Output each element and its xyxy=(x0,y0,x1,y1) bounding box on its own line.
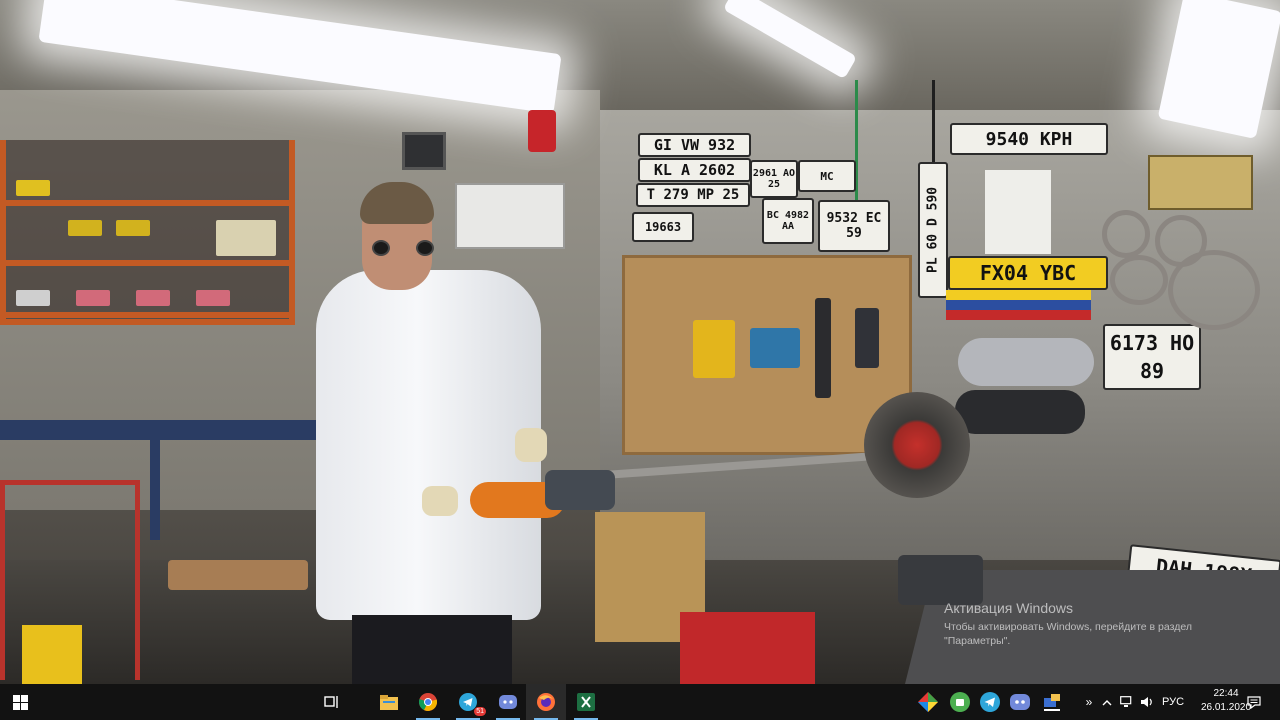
windows-logo-icon xyxy=(12,694,28,710)
gear-part xyxy=(1102,210,1150,258)
video-frame: GI VW 932 KL A 2602 T 279 MP 25 2961 AO … xyxy=(0,0,1280,684)
yellow-bucket xyxy=(22,625,82,684)
task-view-button[interactable] xyxy=(312,684,352,720)
task-view-icon xyxy=(324,696,338,708)
colorful-diamond-icon xyxy=(918,692,938,712)
license-plate: PL 60 D 590 xyxy=(918,162,948,298)
motor-cover xyxy=(958,338,1094,386)
network-icon xyxy=(1120,696,1132,707)
discord-icon xyxy=(1010,694,1030,710)
discord-button[interactable] xyxy=(488,684,528,720)
goggles xyxy=(372,240,390,256)
watermark-title: Активация Windows xyxy=(944,600,1074,616)
license-plate: BC 4982 AA xyxy=(762,198,814,244)
license-plate: GI VW 932 xyxy=(638,133,751,157)
bench-vise xyxy=(898,555,983,605)
license-plate: 9540 KPH xyxy=(950,123,1108,155)
telegram-button[interactable]: 51 xyxy=(448,684,488,720)
activation-watermark: Активация Windows Чтобы активировать Win… xyxy=(944,600,1192,648)
license-plate: 6173 HO 89 xyxy=(1103,324,1201,390)
glove xyxy=(515,428,547,462)
license-plate: 9532 EC 59 xyxy=(818,200,890,252)
tray-app-4[interactable] xyxy=(1006,684,1034,720)
chevron-up-icon xyxy=(1102,699,1112,705)
wall-sign xyxy=(1148,155,1253,210)
watermark-line: "Параметры". xyxy=(944,635,1011,647)
person-lab-coat xyxy=(316,270,541,620)
license-plate: FX04 YBC xyxy=(948,256,1108,290)
start-button[interactable] xyxy=(0,684,40,720)
fire-extinguisher xyxy=(528,110,556,152)
android-icon xyxy=(950,692,970,712)
watermark-line: Чтобы активировать Windows, перейдите в … xyxy=(944,621,1192,633)
motor-cover-dark xyxy=(955,390,1085,434)
tool-shelf xyxy=(0,140,295,325)
gear-part xyxy=(1110,255,1168,305)
license-plate: MC xyxy=(798,160,856,192)
license-plate: 2961 AO 25 xyxy=(750,160,798,198)
tray-app-1[interactable] xyxy=(914,684,942,720)
license-plate: T 279 MP 25 xyxy=(636,183,750,207)
grinding-disc xyxy=(864,392,970,498)
firefox-button[interactable] xyxy=(526,684,566,720)
telegram-unread-badge: 51 xyxy=(474,707,486,716)
chrome-button[interactable] xyxy=(408,684,448,720)
volume-button[interactable] xyxy=(1138,684,1156,720)
firefox-icon xyxy=(537,693,555,711)
excel-button[interactable] xyxy=(566,684,606,720)
overflow-chevron-icon[interactable]: » xyxy=(1082,684,1096,720)
file-explorer-icon xyxy=(380,694,398,710)
taskbar: 51 » РУС 22:44 26.01.2020 xyxy=(0,684,1280,720)
telegram-icon xyxy=(980,692,1000,712)
tray-app-2[interactable] xyxy=(946,684,974,720)
speaker-icon xyxy=(1141,697,1152,707)
chrome-icon xyxy=(419,693,437,711)
license-plate: 19663 xyxy=(632,212,694,242)
tray-app-5[interactable] xyxy=(1038,684,1066,720)
excel-icon xyxy=(577,693,595,711)
red-stand xyxy=(680,612,815,684)
wall-paper xyxy=(985,170,1051,254)
network-button[interactable] xyxy=(1118,684,1136,720)
flag-sticker xyxy=(946,290,1091,320)
stool xyxy=(168,560,308,590)
network-utility-icon xyxy=(1044,694,1060,711)
license-plate: KL A 2602 xyxy=(638,158,751,182)
show-hidden-icons-button[interactable] xyxy=(1098,684,1116,720)
language-indicator[interactable]: РУС xyxy=(1158,684,1188,720)
electrical-box xyxy=(455,183,565,249)
workbench xyxy=(0,420,320,440)
hanging-tool xyxy=(855,308,879,368)
glove xyxy=(422,486,458,516)
floodlight xyxy=(402,132,446,170)
action-center-button[interactable] xyxy=(1240,684,1268,720)
grinder-head xyxy=(545,470,615,510)
jigsaw-tool xyxy=(750,328,800,368)
tray-app-3[interactable] xyxy=(976,684,1004,720)
clamp-tool xyxy=(815,298,831,398)
discord-icon xyxy=(499,695,517,709)
person-trousers xyxy=(352,615,512,684)
goggles xyxy=(416,240,434,256)
notification-icon xyxy=(1247,695,1261,709)
file-explorer-button[interactable] xyxy=(369,684,409,720)
drill-tool xyxy=(693,320,735,378)
gear-part xyxy=(1168,250,1260,330)
